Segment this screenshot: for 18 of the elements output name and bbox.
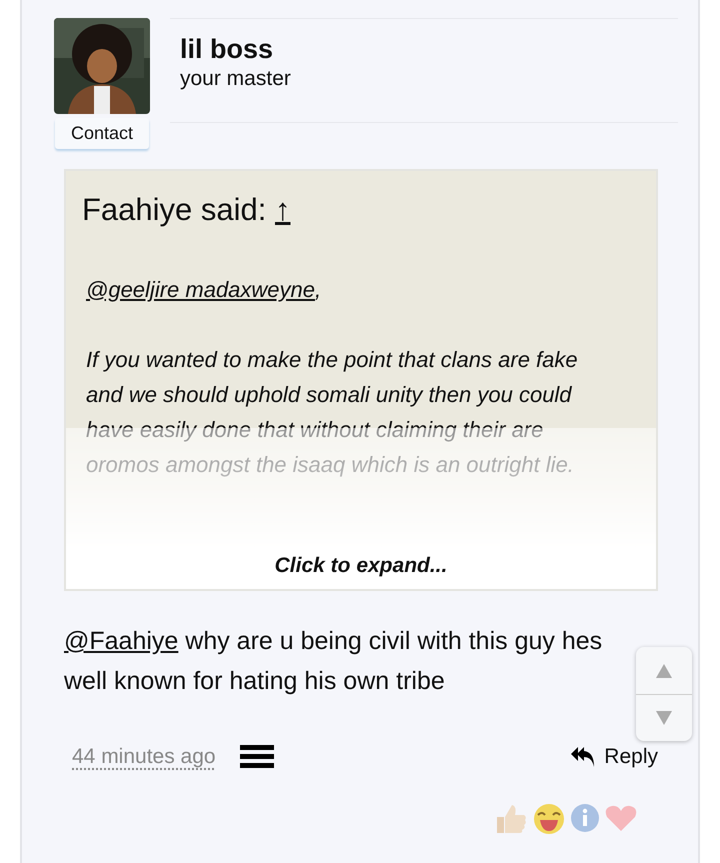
quote-author: Faahiye said:: [82, 192, 268, 227]
mention-link[interactable]: @Faahiye: [64, 627, 178, 655]
down-triangle-icon: [656, 711, 672, 725]
thumbs-up-icon[interactable]: [494, 802, 528, 834]
up-triangle-icon: [656, 664, 672, 678]
expand-link[interactable]: Click to expand...: [66, 550, 656, 581]
quote-mention-line: @geeljire madaxweyne,: [86, 276, 322, 304]
mention-link[interactable]: @geeljire madaxweyne: [86, 276, 316, 302]
laughing-face-icon[interactable]: [532, 802, 566, 834]
menu-icon[interactable]: [240, 744, 274, 769]
reply-icon[interactable]: [570, 744, 596, 769]
jump-link[interactable]: ↑: [275, 192, 290, 227]
quote-text: If you wanted to make the point that clans are fake and we should uphold somali unity then you could have easily done that without claiming their are oromos amongst the isaaq which is an outright lie.: [86, 346, 579, 480]
user-title: your master: [180, 66, 292, 92]
username[interactable]: lil boss: [180, 33, 668, 66]
scroll-control[interactable]: [636, 647, 692, 741]
reply-link[interactable]: Reply: [570, 741, 658, 772]
contact-button[interactable]: Contact: [54, 118, 150, 149]
